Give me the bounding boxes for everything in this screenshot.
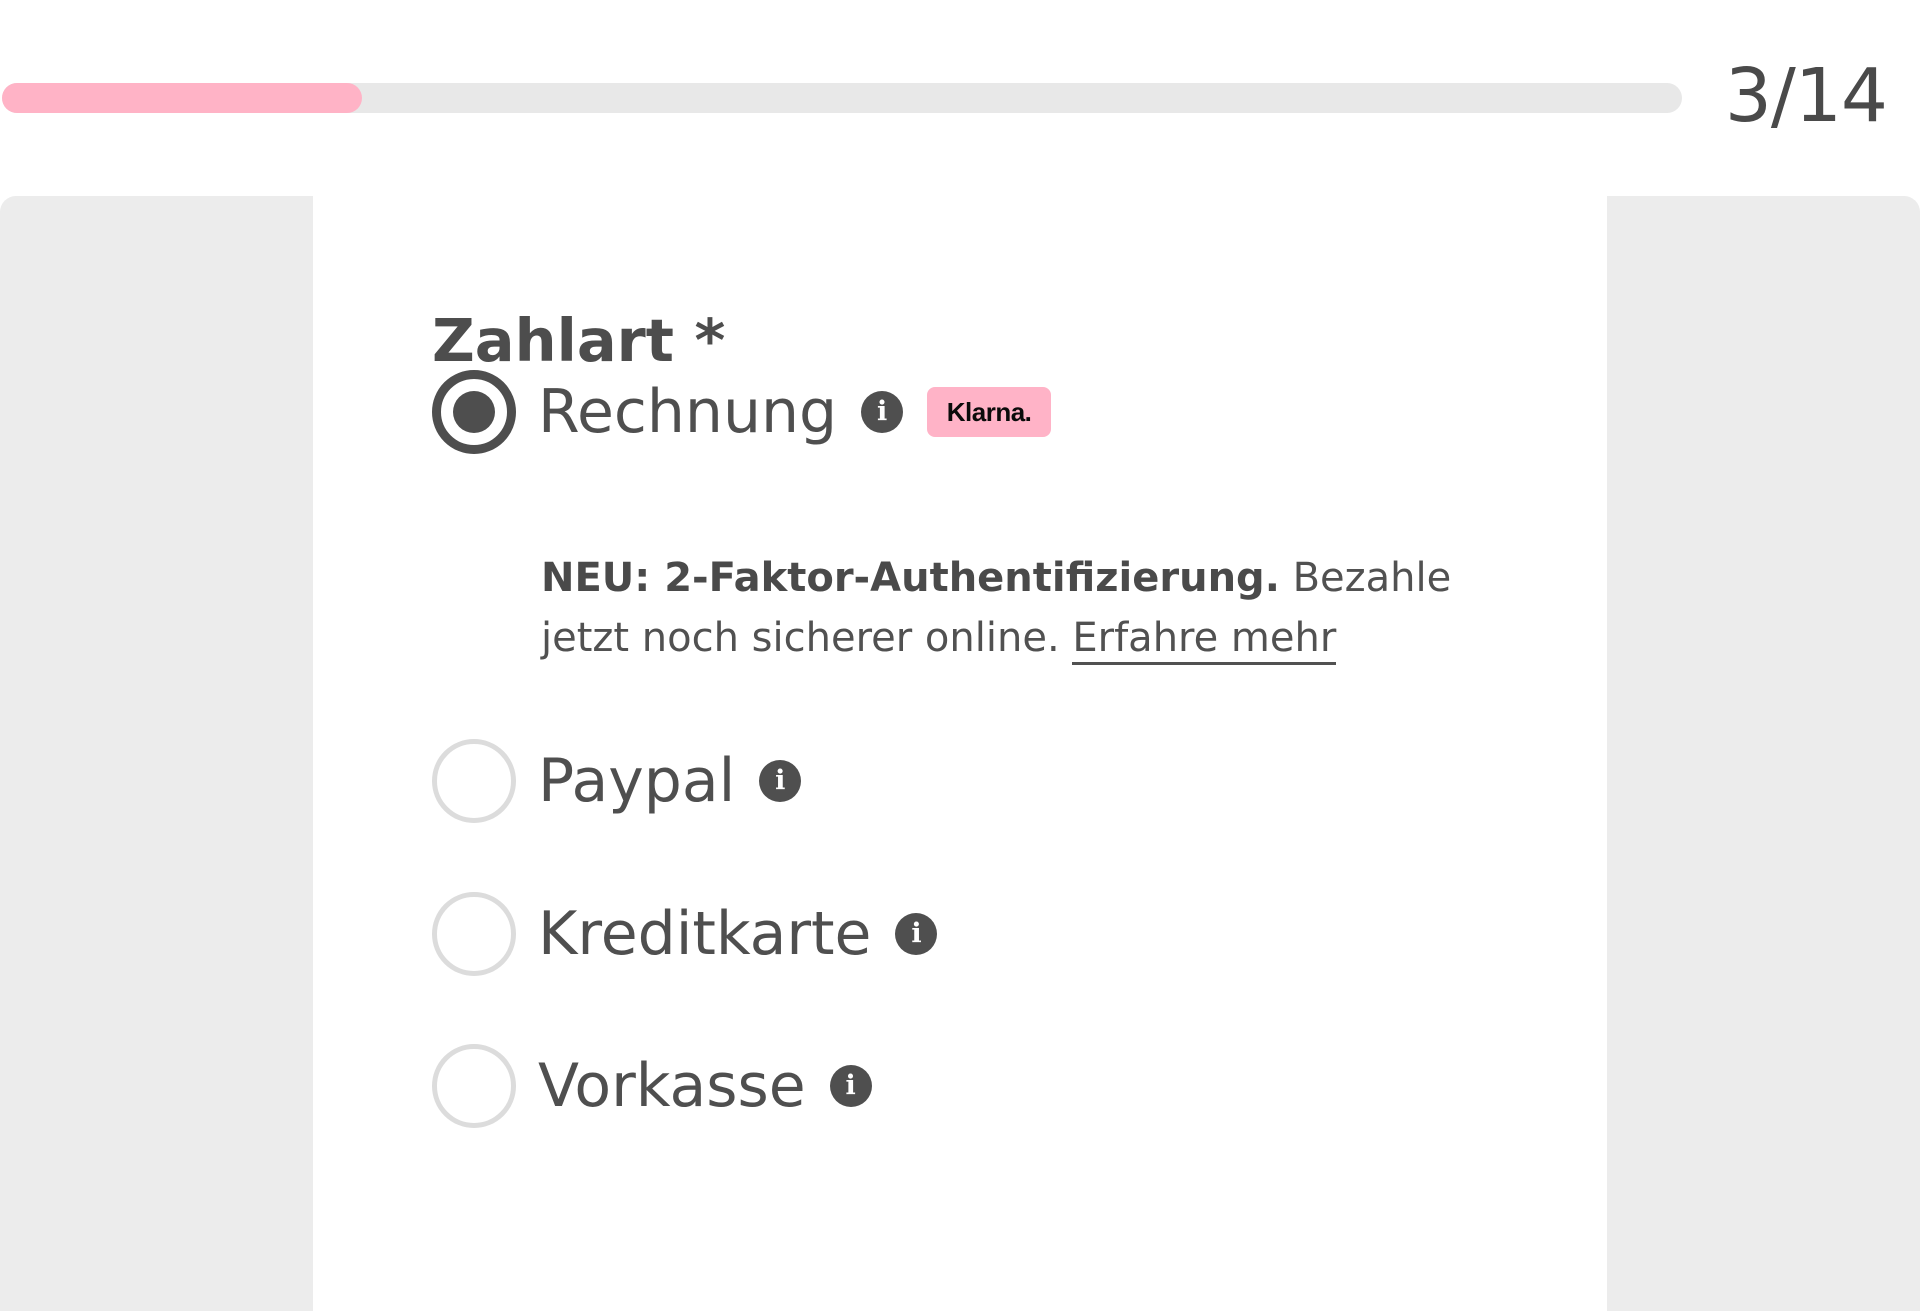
- learn-more-link[interactable]: Erfahre mehr: [1072, 615, 1337, 665]
- payment-option-kreditkarte[interactable]: Kreditkarte i: [432, 892, 938, 976]
- payment-option-paypal[interactable]: Paypal i: [432, 739, 802, 823]
- klarna-logo: Klarna.: [927, 387, 1052, 437]
- option-label-kreditkarte: Kreditkarte: [538, 899, 872, 969]
- option-label-vorkasse: Vorkasse: [538, 1051, 806, 1121]
- step-counter: 3/14: [1724, 53, 1888, 139]
- radio-vorkasse[interactable]: [432, 1044, 516, 1128]
- info-icon[interactable]: i: [829, 1065, 872, 1107]
- info-icon[interactable]: i: [895, 913, 938, 955]
- description-bold: NEU: 2-Faktor-Authentifizierung.: [541, 555, 1280, 601]
- progress-bar: [2, 83, 1682, 113]
- form-card: Zahlart * Rechnung i Klarna. NEU: 2-Fakt…: [313, 196, 1607, 1311]
- radio-kreditkarte[interactable]: [432, 892, 516, 976]
- progress-bar-fill: [2, 83, 362, 113]
- radio-rechnung[interactable]: [432, 370, 516, 454]
- payment-option-vorkasse[interactable]: Vorkasse i: [432, 1044, 872, 1128]
- option-label-rechnung: Rechnung: [538, 377, 838, 447]
- option-label-paypal: Paypal: [538, 746, 736, 816]
- payment-option-rechnung[interactable]: Rechnung i Klarna.: [432, 370, 1052, 454]
- info-icon[interactable]: i: [759, 760, 802, 802]
- rechnung-description: NEU: 2-Faktor-Authentifizierung. Bezahle…: [541, 548, 1461, 668]
- radio-paypal[interactable]: [432, 739, 516, 823]
- info-icon[interactable]: i: [861, 391, 904, 433]
- payment-method-label: Zahlart *: [432, 306, 726, 375]
